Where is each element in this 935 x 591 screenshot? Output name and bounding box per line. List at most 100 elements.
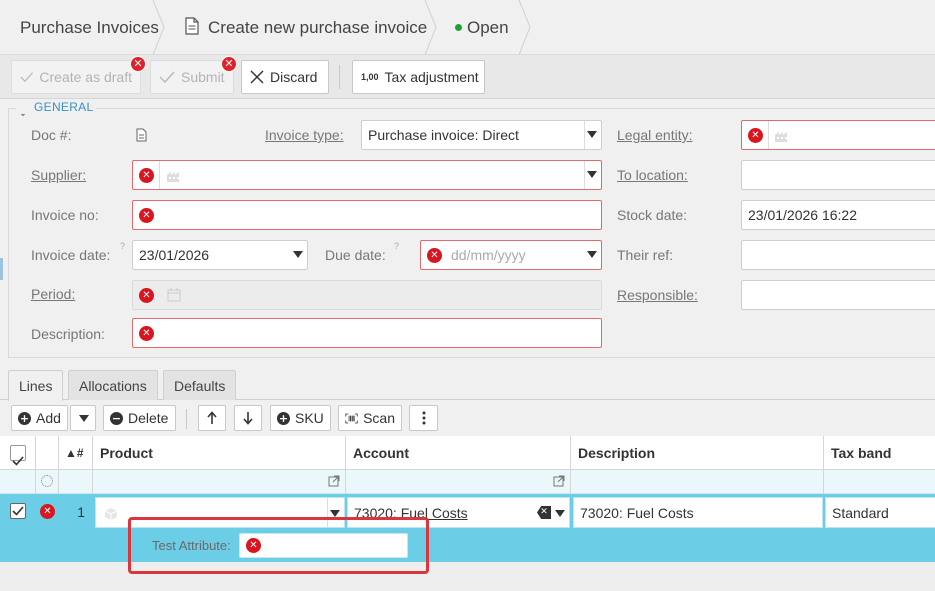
move-up-button[interactable] [198,405,226,431]
description-filter-cell [571,470,824,494]
chevron-down-icon[interactable] [587,171,597,178]
tab-defaults[interactable]: Defaults [163,370,237,400]
description-header[interactable]: Description [571,436,824,470]
line-number-header[interactable]: ▲# [59,436,93,470]
period-field[interactable]: ✕ [132,280,602,310]
due-date-label: Due date: [325,247,386,263]
discard-label: Discard [270,69,318,85]
description-input[interactable]: ✕ [132,318,602,348]
scan-button[interactable]: Scan [338,405,402,431]
building-icon [167,172,179,182]
filter-cell [0,470,36,494]
open-external-icon[interactable] [328,475,340,487]
discard-button[interactable]: Discard [241,60,329,94]
help-icon[interactable]: ? [120,241,125,251]
select-all-checkbox[interactable] [10,445,26,466]
due-date-input[interactable]: ✕ dd/mm/yyyy [420,240,602,270]
check-icon [12,506,24,516]
document-icon [136,128,147,145]
section-title-general: GENERAL [16,100,97,114]
invoice-date-value: 23/01/2026 [139,247,210,263]
invoice-date-label: Invoice date: [31,247,111,263]
check-icon [20,72,34,83]
chevron-down-icon[interactable] [587,131,597,138]
clear-icon[interactable]: ✕ [537,506,551,519]
invoice-no-input[interactable]: ✕ [132,200,602,230]
chevron-down-icon[interactable] [330,510,340,517]
scan-label: Scan [363,410,395,426]
create-draft-button[interactable]: Create as draft [11,60,141,94]
stock-date-input[interactable]: 23/01/2026 16:22 [741,200,935,230]
error-icon: ✕ [427,248,442,263]
responsible-field[interactable] [741,280,935,310]
legal-entity-label[interactable]: Legal entity: [617,127,693,143]
calendar-icon [167,288,181,302]
breadcrumb-separator [518,0,532,56]
row-checkbox[interactable] [10,503,26,519]
their-ref-label: Their ref: [617,247,674,263]
invoice-date-input[interactable]: 23/01/2026 [132,240,308,270]
responsible-label[interactable]: Responsible: [617,287,698,303]
filter-cell [59,470,93,494]
period-label[interactable]: Period: [31,286,75,302]
due-date-placeholder: dd/mm/yyyy [451,247,526,263]
tax-adjustment-button[interactable]: 1,00 Tax adjustment [352,60,485,94]
to-location-label[interactable]: To location: [617,167,688,183]
breadcrumb-separator [424,0,438,56]
description-cell[interactable]: 73020: Fuel Costs [573,497,823,528]
chevron-down-icon[interactable] [293,251,303,258]
add-line-button[interactable]: + Add [11,405,68,431]
submit-label: Submit [181,69,225,85]
stock-date-label: Stock date: [617,207,688,223]
close-icon [250,70,264,84]
invoice-type-select[interactable]: Purchase invoice: Direct [361,120,602,150]
highlight-box [128,517,429,574]
error-icon: ✕ [139,208,154,223]
account-header[interactable]: Account [346,436,571,470]
product-filter-cell[interactable] [93,470,346,494]
status-label: Open [467,18,509,37]
tab-lines[interactable]: Lines [8,370,64,401]
supplier-field[interactable]: ✕ [132,160,602,190]
loading-circle-icon [41,475,53,487]
their-ref-input[interactable] [741,240,935,270]
error-icon: ✕ [748,128,763,143]
tax-band-value: Standard [832,505,889,521]
legal-entity-field[interactable]: ✕ [741,120,935,150]
invoice-no-label: Invoice no: [31,207,99,223]
move-down-button[interactable] [234,405,262,431]
help-icon[interactable]: ? [394,241,399,251]
account-filter-cell[interactable] [346,470,571,494]
delete-line-button[interactable]: − Delete [103,405,176,431]
document-icon [185,17,199,38]
plus-icon: + [18,411,31,425]
breadcrumb-purchase-invoices[interactable]: Purchase Invoices [20,0,159,55]
tab-bar: Lines Allocations Defaults [0,370,935,401]
more-vertical-icon [422,411,425,425]
line-number: 1 [77,504,85,520]
error-icon: ✕ [221,56,237,72]
tax-band-cell[interactable]: Standard [825,497,935,528]
barcode-icon [345,413,358,423]
to-location-field[interactable] [741,160,935,190]
product-header[interactable]: Product [93,436,346,470]
create-draft-label: Create as draft [39,69,132,85]
error-icon: ✕ [40,504,55,519]
sku-button[interactable]: + SKU [270,405,331,431]
invoice-type-label[interactable]: Invoice type: [265,127,344,143]
check-icon [159,71,175,83]
tax-band-header[interactable]: Tax band [824,436,935,470]
supplier-label[interactable]: Supplier: [31,167,86,183]
chevron-down-icon[interactable] [555,510,565,517]
plus-icon: + [277,411,290,425]
stock-date-value: 23/01/2026 16:22 [748,207,857,223]
status-header [36,436,59,470]
add-options-button[interactable] [70,405,96,431]
open-external-icon[interactable] [553,475,565,487]
check-icon [12,456,24,466]
chevron-down-icon[interactable] [587,251,597,258]
error-icon: ✕ [139,326,154,341]
more-options-button[interactable] [409,405,438,431]
tab-allocations[interactable]: Allocations [68,370,158,400]
breadcrumb-create-invoice: Create new purchase invoice [208,18,428,37]
